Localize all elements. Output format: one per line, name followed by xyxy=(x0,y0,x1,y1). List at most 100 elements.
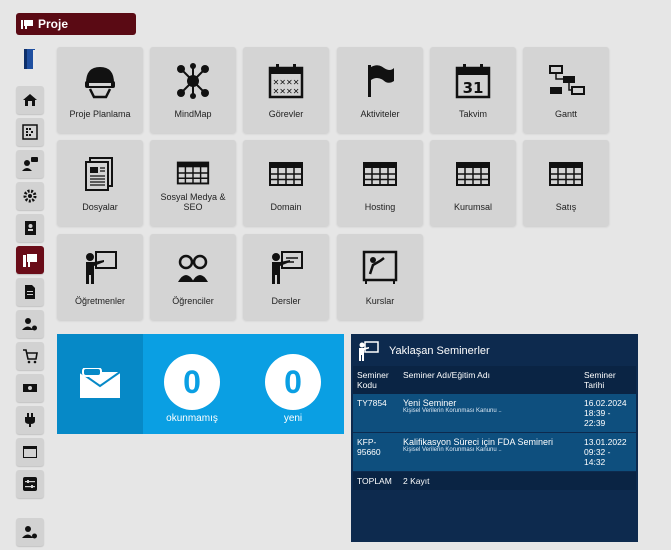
tile-mindmap[interactable]: MindMap xyxy=(150,47,236,133)
sidebar-abacus[interactable] xyxy=(16,118,44,146)
mindmap-icon xyxy=(177,63,209,99)
tile-gorevler[interactable]: ✕✕✕✕ ✕✕✕✕ Görevler xyxy=(243,47,329,133)
col-code: Seminer Kodu xyxy=(353,366,399,394)
total-value: 2 Kayıt xyxy=(399,471,636,490)
home-icon xyxy=(23,94,37,106)
tile-kurumsal[interactable]: Kurumsal xyxy=(430,140,516,226)
seminar-name: Kalifikasyon Süreci için FDA Semineri xyxy=(403,437,554,447)
unread-count[interactable]: 0 xyxy=(164,354,220,410)
gantt-icon xyxy=(549,65,585,95)
new-count[interactable]: 0 xyxy=(265,354,321,410)
tile-kurslar[interactable]: Kurslar xyxy=(337,234,423,320)
svg-text:31: 31 xyxy=(463,79,484,97)
seminar-date: 13.01.2022 xyxy=(584,437,627,447)
tile-proje-planlama[interactable]: Proje Planlama xyxy=(57,47,143,133)
tile-label: Dersler xyxy=(271,296,301,306)
money-icon xyxy=(23,384,37,392)
messages-envelope[interactable] xyxy=(57,334,143,434)
sidebar-user-settings[interactable] xyxy=(16,310,44,338)
helmet-icon xyxy=(85,67,115,99)
plug-icon xyxy=(25,413,35,427)
calendar-tasks-icon: ✕✕✕✕✕✕✕✕ xyxy=(268,64,304,99)
sidebar-contacts[interactable] xyxy=(16,214,44,242)
teacher-icon xyxy=(86,251,117,284)
user-gear-icon xyxy=(22,318,37,331)
seminars-title: Yaklaşan Seminerler xyxy=(389,345,490,357)
tile-domain[interactable]: Domain xyxy=(243,140,329,226)
teacher-icon xyxy=(359,341,379,361)
tile-label: Görevler xyxy=(268,109,304,119)
tile-label: Öğretmenler xyxy=(74,296,126,306)
tile-aktiviteler[interactable]: Aktiviteler xyxy=(337,47,423,133)
grid-table-icon xyxy=(269,162,303,186)
documents-icon xyxy=(85,157,113,191)
table-footer-row: TOPLAM 2 Kayıt xyxy=(353,471,636,490)
sidebar-window[interactable] xyxy=(16,438,44,466)
lesson-icon xyxy=(272,251,303,284)
tile-label: Sosyal Medya & SEO xyxy=(160,192,226,212)
tile-gantt[interactable]: Gantt xyxy=(523,47,609,133)
flag-icon xyxy=(368,65,394,97)
tile-label: Dosyalar xyxy=(82,202,118,212)
table-row[interactable]: KFP-95660 Kalifikasyon Süreci için FDA S… xyxy=(353,432,636,472)
tile-takvim[interactable]: 31 Takvim xyxy=(430,47,516,133)
tile-label: Proje Planlama xyxy=(69,109,131,119)
seminars-table: Seminer Kodu Seminer Adı/Eğitim Adı Semi… xyxy=(353,366,636,490)
sidebar-cart[interactable] xyxy=(16,342,44,370)
seminar-time: 09:32 - 14:32 xyxy=(584,447,611,467)
envelope-icon xyxy=(79,368,121,398)
user-chat-icon xyxy=(22,157,38,171)
svg-text:✕✕✕✕: ✕✕✕✕ xyxy=(273,78,300,87)
tile-label: Gantt xyxy=(554,109,577,119)
table-row[interactable]: TY7854 Yeni Seminer Kişisel Verilerin Kor… xyxy=(353,394,636,433)
tile-ogrenciler[interactable]: Öğrenciler xyxy=(150,234,236,320)
seminar-subtitle: Kişisel Verilerin Korunması Kanunu .. xyxy=(403,447,502,453)
sidebar-account[interactable] xyxy=(16,518,44,546)
seminars-header: Yaklaşan Seminerler xyxy=(357,340,490,362)
col-name: Seminer Adı/Eğitim Adı xyxy=(399,366,580,394)
presentation-icon xyxy=(21,20,33,29)
sidebar-money[interactable] xyxy=(16,374,44,402)
sidebar-plugin[interactable] xyxy=(16,406,44,434)
unread-label: okunmamış xyxy=(166,413,218,424)
new-label: yeni xyxy=(283,413,303,424)
tile-sosyal-medya-seo[interactable]: Sosyal Medya & SEO xyxy=(150,140,236,226)
seminar-time: 18:39 - 22:39 xyxy=(584,408,611,428)
tile-label: Domain xyxy=(270,202,302,212)
tile-label: Aktiviteler xyxy=(360,109,400,119)
tile-label: Takvim xyxy=(458,109,487,119)
col-date: Seminer Tarihi xyxy=(580,366,636,394)
tile-ogretmenler[interactable]: Öğretmenler xyxy=(57,234,143,320)
sidebar-proje[interactable] xyxy=(16,246,44,274)
calendar-31-icon: 31 xyxy=(455,64,491,99)
students-icon xyxy=(178,254,208,282)
grid-table-icon xyxy=(363,162,397,186)
tile-dersler[interactable]: Dersler xyxy=(243,234,329,320)
seminar-name: Yeni Seminer xyxy=(403,398,457,408)
tile-label: MindMap xyxy=(174,109,212,119)
presentation-icon xyxy=(23,254,37,267)
tile-label: Öğrenciler xyxy=(172,296,214,306)
tile-hosting[interactable]: Hosting xyxy=(337,140,423,226)
grid-table-icon xyxy=(176,161,210,185)
sidebar-sliders[interactable] xyxy=(16,470,44,498)
sidebar-chat-user[interactable] xyxy=(16,150,44,178)
upcoming-seminars-panel: Yaklaşan Seminerler Seminer Kodu Seminer… xyxy=(351,334,638,542)
tile-dosyalar[interactable]: Dosyalar xyxy=(57,140,143,226)
user-gear-icon xyxy=(22,526,37,539)
tile-satis[interactable]: Satış xyxy=(523,140,609,226)
messages-stats: 0 okunmamış 0 yeni xyxy=(57,334,344,434)
address-book-icon xyxy=(25,221,36,235)
seminar-code: KFP-95660 xyxy=(353,432,399,472)
gear-icon xyxy=(23,189,37,203)
seminar-code: TY7854 xyxy=(353,394,399,433)
sidebar-settings[interactable] xyxy=(16,182,44,210)
grid-table-icon xyxy=(456,162,490,186)
sidebar-home[interactable] xyxy=(16,86,44,114)
tile-label: Kurslar xyxy=(365,296,395,306)
book-icon[interactable] xyxy=(23,48,37,70)
seminar-subtitle: Kişisel Verilerin Korunması Kanunu .. xyxy=(403,408,502,414)
seminar-date: 16.02.2024 xyxy=(584,398,627,408)
app-title-text: Proje xyxy=(38,17,69,31)
sidebar-document[interactable] xyxy=(16,278,44,306)
